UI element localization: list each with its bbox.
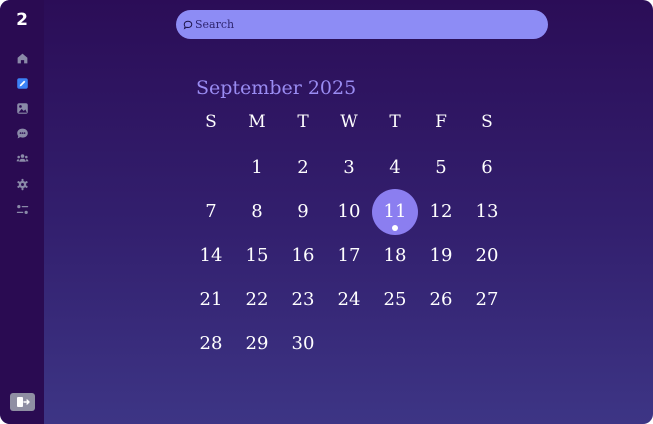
calendar-day-number: 17 [337, 245, 361, 266]
calendar-day[interactable]: 29 [234, 321, 280, 367]
calendar-day-number: 23 [291, 289, 315, 310]
sliders-icon [16, 204, 28, 214]
calendar-day-number: 18 [383, 245, 407, 266]
calendar-grid: 1 2 3 4 5 6 7 8 9 10 11 12 13 14 15 16 17 18 19 20 21 22 23 24 2… [188, 145, 510, 365]
weekday-label: T [389, 112, 401, 132]
calendar-day-number: 14 [199, 245, 223, 266]
calendar-day-number: 12 [429, 201, 453, 222]
calendar-day[interactable]: 24 [326, 277, 372, 323]
calendar-day[interactable]: 4 [372, 145, 418, 191]
calendar-day[interactable]: 9 [280, 189, 326, 235]
calendar-day[interactable]: 18 [372, 233, 418, 279]
event-indicator-dot [392, 225, 398, 231]
sidebar: 2 [0, 0, 44, 424]
users-icon [16, 153, 28, 162]
calendar-day[interactable]: 7 [188, 189, 234, 235]
weekday-label: M [248, 112, 266, 132]
calendar-day-number: 1 [251, 157, 263, 178]
chat-search-icon [183, 20, 193, 30]
calendar-day-number: 22 [245, 289, 269, 310]
calendar-day[interactable]: 17 [326, 233, 372, 279]
calendar-day-number: 8 [251, 201, 263, 222]
logout-button[interactable] [10, 393, 35, 411]
calendar-day-number: 10 [337, 201, 361, 222]
sidebar-item-chat[interactable] [14, 125, 30, 141]
calendar-day[interactable]: 8 [234, 189, 280, 235]
calendar-day-number: 28 [199, 333, 223, 354]
calendar-day[interactable]: 25 [372, 277, 418, 323]
calendar-day-number: 2 [297, 157, 309, 178]
calendar-day-number: 24 [337, 289, 361, 310]
sidebar-item-people[interactable] [14, 150, 30, 166]
calendar-day[interactable]: 19 [418, 233, 464, 279]
calendar-day-number: 5 [435, 157, 447, 178]
sidebar-item-calendar[interactable] [14, 75, 30, 91]
calendar-month-title: September 2025 [196, 77, 357, 99]
sidebar-item-home[interactable] [14, 50, 30, 66]
calendar-day-number: 3 [343, 157, 355, 178]
calendar-day-number: 20 [475, 245, 499, 266]
calendar-day-number: 9 [297, 201, 309, 222]
weekday-label: W [340, 112, 358, 132]
gear-icon [16, 178, 28, 190]
calendar-day-number: 30 [291, 333, 315, 354]
calendar-day[interactable]: 14 [188, 233, 234, 279]
calendar-day-number: 13 [475, 201, 499, 222]
weekday-label: S [481, 112, 493, 132]
calendar-day[interactable]: 30 [280, 321, 326, 367]
chat-bubble-icon [16, 128, 28, 138]
sidebar-item-gallery[interactable] [14, 100, 30, 116]
calendar-day[interactable]: 23 [280, 277, 326, 323]
home-icon [17, 53, 27, 63]
calendar-day[interactable]: 21 [188, 277, 234, 323]
calendar-day-number: 15 [245, 245, 269, 266]
calendar-day[interactable]: 28 [188, 321, 234, 367]
sidebar-item-controls[interactable] [14, 201, 30, 217]
calendar-day-number: 4 [389, 157, 401, 178]
calendar-day-number: 27 [475, 289, 499, 310]
calendar-day[interactable]: 22 [234, 277, 280, 323]
calendar-day[interactable]: 1 [234, 145, 280, 191]
calendar-day[interactable]: 12 [418, 189, 464, 235]
calendar-day[interactable]: 10 [326, 189, 372, 235]
search-bar[interactable] [176, 10, 548, 39]
calendar-day[interactable]: 15 [234, 233, 280, 279]
weekday-label: S [205, 112, 217, 132]
calendar-day[interactable]: 27 [464, 277, 510, 323]
app-logo: 2 [16, 10, 28, 30]
weekday-label: F [435, 112, 447, 132]
weekday-header-row: SMTWTFS [188, 112, 510, 136]
app-window: 2 September 2025 SMTWTFS 123456789 [0, 0, 653, 424]
pencil-square-icon [16, 77, 28, 89]
calendar-day[interactable]: 26 [418, 277, 464, 323]
calendar-day[interactable]: 13 [464, 189, 510, 235]
calendar-day-number: 25 [383, 289, 407, 310]
sidebar-item-settings[interactable] [14, 176, 30, 192]
calendar-day-number: 29 [245, 333, 269, 354]
calendar-day-number: 19 [429, 245, 453, 266]
calendar-day-number: 16 [291, 245, 315, 266]
image-icon [16, 102, 28, 114]
calendar-day-number: 7 [205, 201, 217, 222]
calendar-day[interactable]: 16 [280, 233, 326, 279]
calendar-day[interactable]: 6 [464, 145, 510, 191]
search-input[interactable] [195, 18, 535, 31]
calendar-day-number: 21 [199, 289, 223, 310]
calendar-day[interactable]: 2 [280, 145, 326, 191]
calendar-day-number: 11 [383, 201, 407, 222]
calendar-day-number: 6 [481, 157, 493, 178]
weekday-label: T [297, 112, 309, 132]
calendar-day[interactable]: 20 [464, 233, 510, 279]
calendar-day[interactable]: 5 [418, 145, 464, 191]
calendar-day-number: 26 [429, 289, 453, 310]
calendar-day-selected[interactable]: 11 [372, 189, 418, 235]
calendar-day[interactable]: 3 [326, 145, 372, 191]
logout-icon [16, 397, 30, 407]
